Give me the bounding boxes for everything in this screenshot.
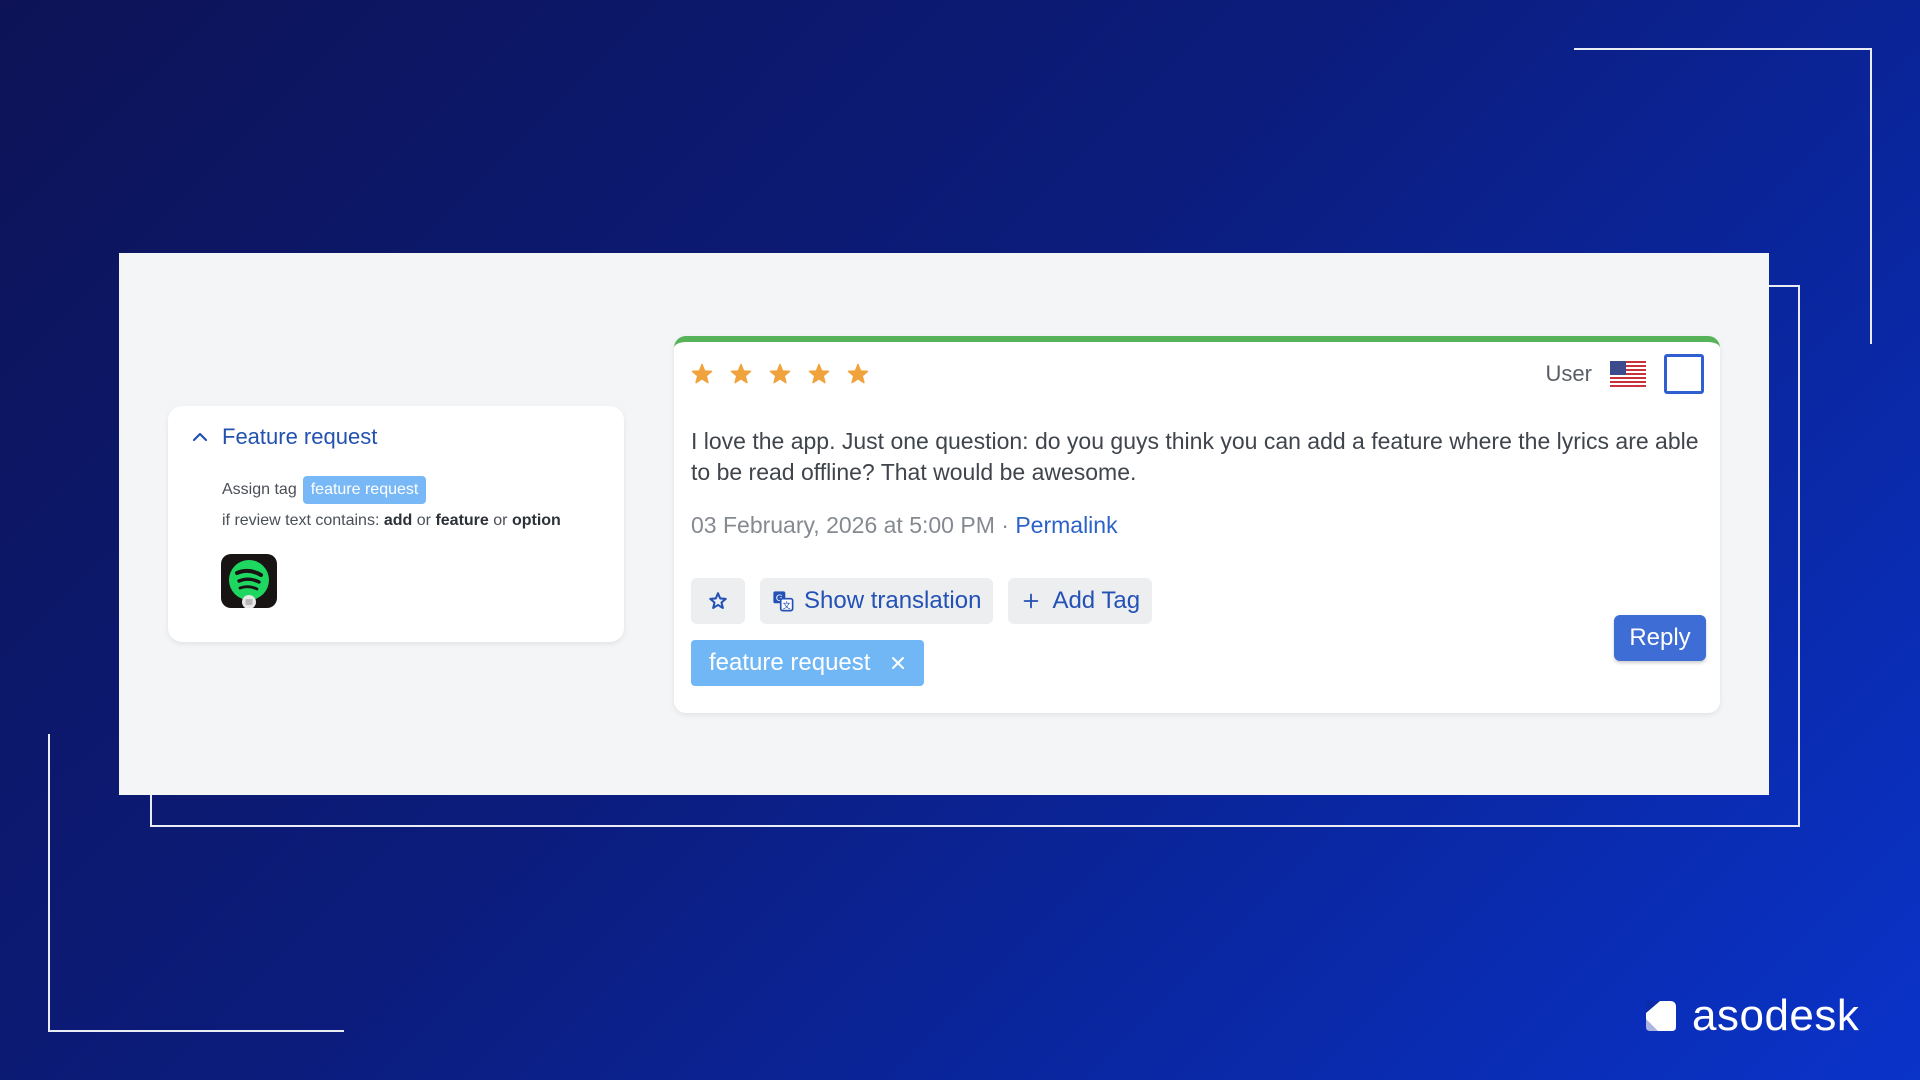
condition-joiner: or <box>416 512 431 529</box>
spotify-icon <box>221 554 277 608</box>
star-icon <box>691 363 713 384</box>
close-icon[interactable] <box>890 655 906 671</box>
show-translation-label: Show translation <box>804 587 982 614</box>
condition-prefix: if review text contains: <box>222 512 380 529</box>
favorite-button[interactable] <box>691 578 745 624</box>
screenshot-panel: Feature request Assign tag feature reque… <box>119 253 1769 795</box>
rule-condition: if review text contains: add or feature … <box>222 512 561 530</box>
keyword: feature <box>435 512 489 529</box>
decorative-line <box>1870 48 1872 344</box>
decorative-line <box>1574 48 1872 50</box>
review-text: I love the app. Just one question: do yo… <box>691 428 1699 485</box>
rule-assign-line: Assign tag feature request <box>222 476 427 504</box>
show-translation-button[interactable]: G 文 Show translation <box>760 578 994 624</box>
add-tag-label: Add Tag <box>1052 587 1141 614</box>
separator: · <box>1001 512 1009 538</box>
condition-joiner: or <box>493 512 508 529</box>
review-card: User I love the app. Just one question: … <box>674 336 1720 713</box>
asodesk-logo-icon <box>1646 1001 1676 1031</box>
review-meta: User <box>1546 354 1704 394</box>
decorative-line <box>48 734 50 1032</box>
review-date-line: 03 February, 2026 at 5:00 PM · Permalink <box>691 512 1118 539</box>
decorative-line <box>48 1030 344 1032</box>
assign-tag-label: Assign tag <box>222 481 297 498</box>
select-checkbox[interactable] <box>1664 354 1704 394</box>
rule-header[interactable]: Feature request <box>190 424 377 450</box>
svg-text:文: 文 <box>783 600 791 610</box>
star-outline-icon <box>709 592 727 609</box>
us-flag-icon <box>1610 361 1646 387</box>
plus-icon <box>1024 593 1039 609</box>
brand-name: asodesk <box>1692 991 1860 1040</box>
review-actions: G 文 Show translation Add Tag <box>691 578 1153 624</box>
review-author: User <box>1545 361 1592 386</box>
applied-tag-chip: feature request <box>691 640 925 686</box>
reply-button[interactable]: Reply <box>1614 615 1706 661</box>
star-icon <box>769 363 791 384</box>
brand-logo: asodesk <box>1644 991 1859 1041</box>
chevron-up-icon[interactable] <box>190 427 210 447</box>
star-icon <box>730 363 752 384</box>
review-date: 03 February, 2026 at 5:00 PM <box>691 512 995 538</box>
add-tag-button[interactable]: Add Tag <box>1008 578 1153 624</box>
rating-stars <box>690 362 870 386</box>
star-icon <box>808 363 830 384</box>
keyword: add <box>383 512 413 529</box>
translate-icon: G 文 <box>773 591 794 612</box>
rule-title: Feature request <box>222 424 378 449</box>
rule-card: Feature request Assign tag feature reque… <box>168 406 624 642</box>
rule-tag-chip: feature request <box>302 476 427 504</box>
star-icon <box>847 363 869 384</box>
applied-tag-label: feature request <box>709 649 871 676</box>
keyword: option <box>511 512 561 529</box>
permalink-link[interactable]: Permalink <box>1015 512 1117 538</box>
